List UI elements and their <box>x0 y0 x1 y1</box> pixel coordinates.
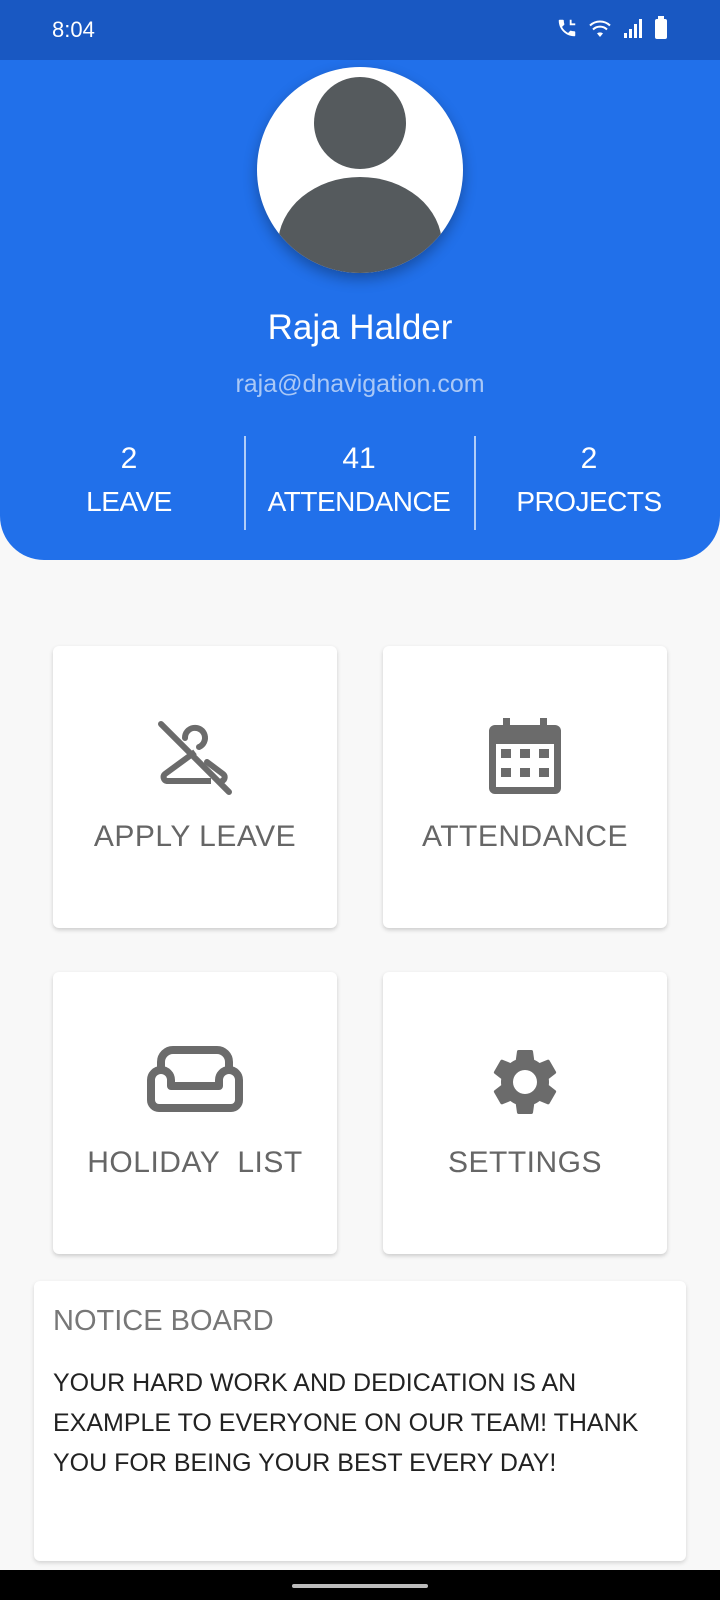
no-hanger-icon <box>53 718 337 803</box>
holiday-list-button[interactable]: HOLIDAY LIST <box>53 972 337 1254</box>
notice-board: NOTICE BOARD YOUR HARD WORK AND DEDICATI… <box>34 1281 686 1561</box>
gear-icon <box>383 1042 667 1127</box>
call-icon <box>556 17 578 44</box>
attendance-label: ATTENDANCE <box>421 820 629 853</box>
notice-board-title: NOTICE BOARD <box>53 1305 274 1337</box>
stat-value: 2 <box>120 442 138 475</box>
battery-icon <box>654 15 668 45</box>
wifi-icon <box>588 17 612 44</box>
stat-projects[interactable]: 2 PROJECTS <box>474 440 704 526</box>
apply-leave-button[interactable]: APPLY LEAVE <box>53 646 337 928</box>
apply-leave-label: APPLY LEAVE <box>93 820 297 853</box>
stat-label: PROJECTS <box>516 486 662 517</box>
navigation-bar <box>0 1570 720 1600</box>
status-bar: 8:04 <box>0 0 720 60</box>
settings-button[interactable]: SETTINGS <box>383 972 667 1254</box>
stat-leave[interactable]: 2 LEAVE <box>14 440 244 526</box>
profile-header: Raja Halder raja@dnavigation.com 2 LEAVE… <box>0 60 720 560</box>
stat-label: ATTENDANCE <box>267 486 451 517</box>
home-handle[interactable] <box>292 1584 428 1588</box>
stat-value: 2 <box>580 442 598 475</box>
attendance-button[interactable]: ATTENDANCE <box>383 646 667 928</box>
sofa-icon <box>53 1046 337 1117</box>
status-time: 8:04 <box>52 17 95 42</box>
holiday-list-label: HOLIDAY LIST <box>87 1146 303 1179</box>
notice-board-message: YOUR HARD WORK AND DEDICATION IS AN EXAM… <box>53 1369 639 1477</box>
person-icon <box>278 77 442 273</box>
stat-attendance[interactable]: 41 ATTENDANCE <box>244 440 474 526</box>
status-icons <box>556 15 668 45</box>
avatar[interactable] <box>257 67 463 273</box>
settings-label: SETTINGS <box>447 1146 602 1179</box>
user-name: Raja Halder <box>267 308 453 347</box>
calendar-icon <box>383 716 667 801</box>
user-email: raja@dnavigation.com <box>235 370 485 398</box>
stat-value: 41 <box>342 442 376 475</box>
signal-icon <box>622 17 644 44</box>
stat-label: LEAVE <box>86 486 172 517</box>
